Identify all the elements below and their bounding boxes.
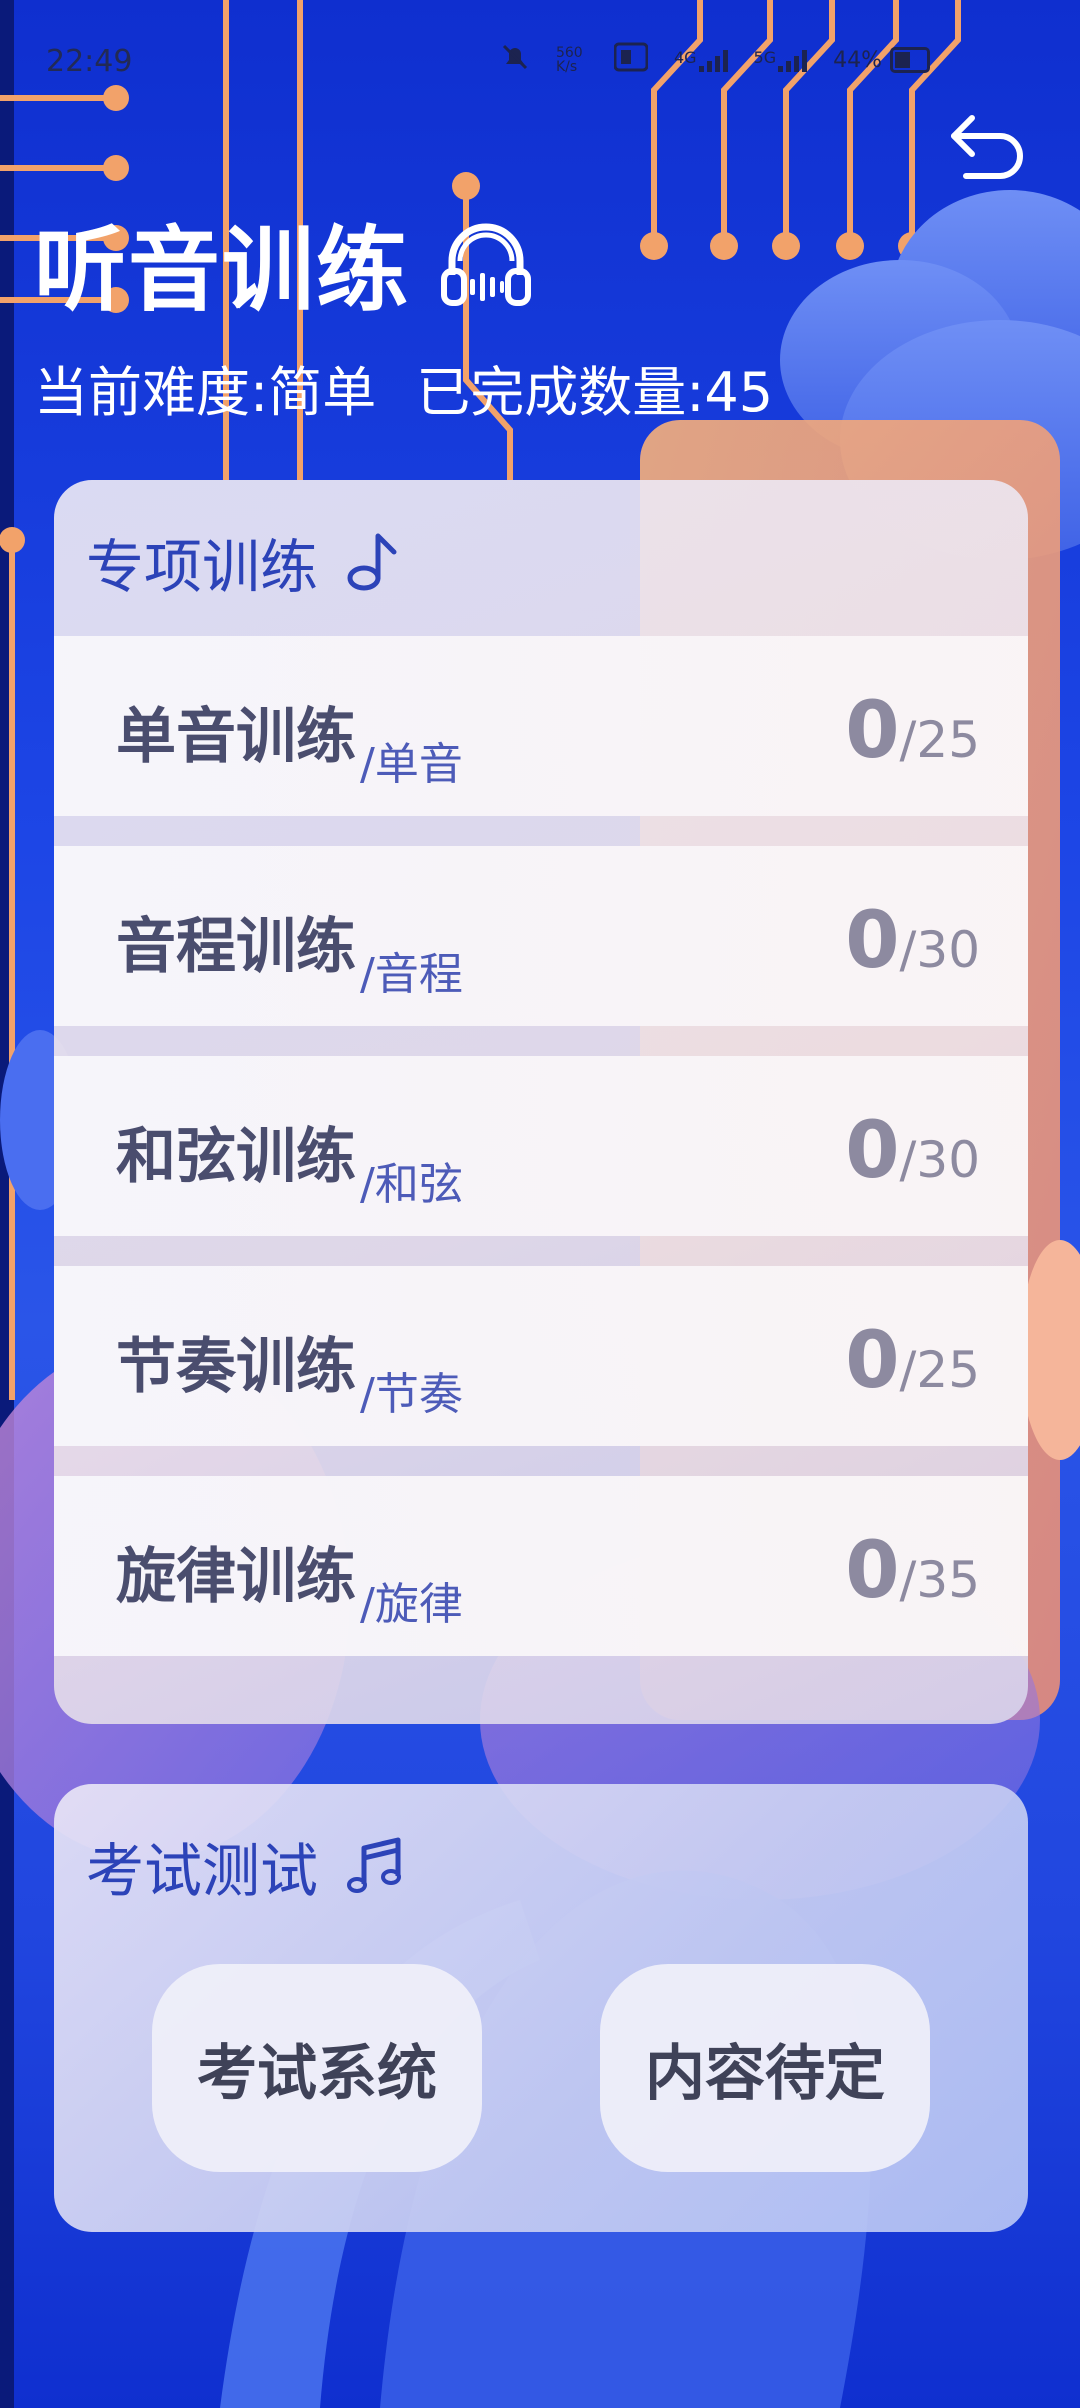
training-item-score: 0/30 [845, 896, 980, 986]
difficulty-label: 当前难度:简单 [34, 361, 377, 424]
exam-card: 考试测试 考试系统 内容待定 [54, 1784, 1028, 2232]
training-item-score: 0/25 [845, 1316, 980, 1406]
training-item-label: 和弦训练 [116, 1122, 356, 1192]
special-training-title: 专项训练 [86, 533, 319, 601]
battery-icon: 44% [833, 47, 930, 73]
exam-title: 考试测试 [86, 1837, 319, 1905]
special-training-header: 专项训练 [86, 520, 408, 604]
music-notes-icon [347, 1837, 402, 1893]
training-item-melody[interactable]: 旋律训练 /旋律 0/35 [54, 1476, 1028, 1656]
hd-icon [613, 42, 649, 78]
training-item-sub: /单音 [360, 739, 463, 790]
training-item-score: 0/30 [845, 1106, 980, 1196]
progress-summary: 当前难度:简单 已完成数量:45 [34, 348, 773, 427]
training-item-chord[interactable]: 和弦训练 /和弦 0/30 [54, 1056, 1028, 1236]
back-arrow-icon [951, 115, 1023, 179]
training-item-label: 旋律训练 [116, 1542, 356, 1612]
training-item-sub: /和弦 [360, 1159, 463, 1210]
data-speed-icon: 560 K/s [555, 45, 583, 75]
gesture-bar [0, 2388, 1080, 2408]
training-list: 单音训练 /单音 0/25 音程训练 /音程 0/30 和弦训练 /和弦 0/3… [54, 636, 1028, 1686]
training-item-label: 音程训练 [116, 912, 356, 982]
special-training-card: 专项训练 单音训练 /单音 0/25 音程训练 /音程 0/30 和弦训练 /和… [54, 480, 1028, 1724]
page-title: 听音训练 [34, 196, 534, 329]
content-tbd-button[interactable]: 内容待定 [600, 1964, 930, 2172]
status-bar: 22:49 560 K/s 4G 5G 44% [0, 0, 1080, 120]
status-icons: 560 K/s 4G 5G 44% [500, 42, 930, 78]
4g-signal-icon: 4G [674, 48, 728, 72]
exam-system-button[interactable]: 考试系统 [152, 1964, 482, 2172]
training-item-single-note[interactable]: 单音训练 /单音 0/25 [54, 636, 1028, 816]
completed-count: 已完成数量:45 [416, 361, 774, 424]
music-note-icon [347, 533, 397, 591]
training-item-rhythm[interactable]: 节奏训练 /节奏 0/25 [54, 1266, 1028, 1446]
training-item-sub: /旋律 [360, 1579, 463, 1630]
training-item-score: 0/25 [845, 686, 980, 776]
5g-signal-icon: 5G [754, 48, 808, 72]
training-item-sub: /节奏 [360, 1369, 463, 1420]
back-button[interactable] [946, 104, 1030, 188]
training-item-interval[interactable]: 音程训练 /音程 0/30 [54, 846, 1028, 1026]
headphones-icon [441, 223, 532, 306]
training-item-score: 0/35 [845, 1526, 980, 1616]
exam-header: 考试测试 [86, 1824, 408, 1908]
status-time: 22:49 [46, 44, 133, 79]
page-title-text: 听音训练 [34, 217, 411, 324]
training-item-sub: /音程 [360, 949, 463, 1000]
mute-bell-icon [500, 42, 530, 78]
training-item-label: 单音训练 [116, 702, 356, 772]
training-item-label: 节奏训练 [116, 1332, 356, 1402]
